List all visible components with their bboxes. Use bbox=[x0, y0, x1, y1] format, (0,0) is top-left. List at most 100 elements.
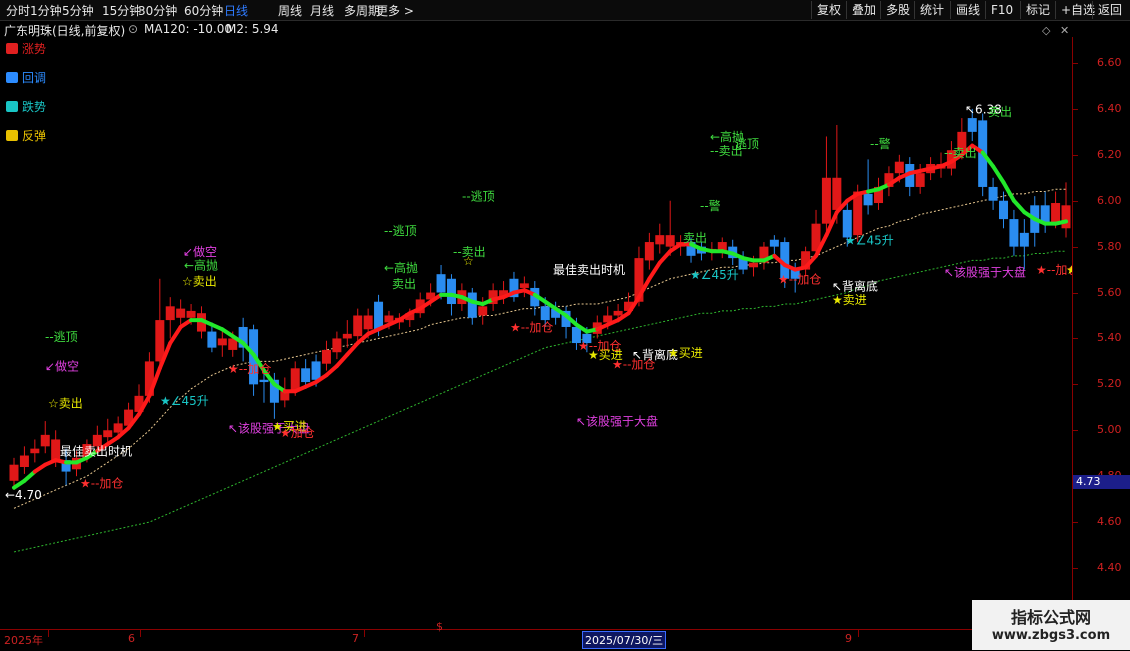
year-label: 2025年 bbox=[4, 634, 43, 647]
candle-body bbox=[863, 193, 873, 206]
price-tick: 5.20 bbox=[1097, 377, 1122, 391]
candle-body bbox=[301, 368, 311, 383]
toolbar-button-5[interactable]: F10 bbox=[985, 1, 1018, 19]
period-tab-9[interactable]: 多周期 bbox=[344, 2, 380, 19]
period-tab-4[interactable]: 30分钟 bbox=[138, 2, 177, 19]
close-icon[interactable]: ✕ bbox=[1060, 24, 1069, 37]
signal-annotation: ←4.70 bbox=[5, 488, 42, 502]
period-tab-0[interactable]: 分时 bbox=[6, 2, 30, 19]
signal-annotation: ★--加仓 bbox=[778, 272, 821, 286]
month-label-6: 6 bbox=[128, 632, 135, 645]
price-tick-mark bbox=[1073, 384, 1078, 386]
ma-fast-segment bbox=[1053, 219, 1068, 226]
signal-annotation: ★卖进 bbox=[832, 293, 867, 307]
indicator-info-bar: 广东明珠(日线,前复权) ⊙ MA120: -10.00 M2: 5.94 bbox=[0, 21, 1130, 38]
candle-body bbox=[999, 200, 1009, 220]
signal-annotation: ★∠45升 bbox=[690, 268, 739, 282]
watermark-url: www.zbgs3.com bbox=[991, 628, 1111, 643]
candle-body bbox=[165, 306, 175, 321]
date-tick bbox=[140, 630, 141, 637]
watermark-title: 指标公式网 bbox=[1010, 608, 1091, 627]
signal-annotation: 逃顶 bbox=[735, 137, 759, 151]
candlestick-chart: --逃顶↙做空☆卖出最佳卖出时机★--加仓←4.70★∠45升↙做空←高抛☆卖出… bbox=[5, 103, 1072, 553]
signal-annotation: ↖背离底 bbox=[832, 278, 878, 293]
candle-body bbox=[113, 423, 123, 433]
candle-body bbox=[1009, 219, 1019, 247]
signal-annotation: ☆卖出 bbox=[48, 396, 83, 410]
price-axis: 6.606.406.206.005.805.605.405.205.004.80… bbox=[1072, 37, 1130, 629]
ma-fast-segment bbox=[345, 341, 360, 357]
signal-annotation: --警 bbox=[700, 198, 721, 213]
period-tab-7[interactable]: 周线 bbox=[278, 2, 302, 19]
signal-annotation: ↙做空 bbox=[183, 244, 217, 259]
candle-body bbox=[207, 331, 217, 348]
candle-body bbox=[540, 306, 550, 321]
candle-body bbox=[1019, 232, 1029, 247]
current-price-tag: 4.73 bbox=[1073, 475, 1130, 489]
price-tick: 5.40 bbox=[1097, 331, 1122, 345]
period-tab-3[interactable]: 15分钟 bbox=[102, 2, 141, 19]
candle-body bbox=[832, 177, 842, 210]
toolbar-button-0[interactable]: 复权 bbox=[811, 1, 846, 19]
mid-marker: $ bbox=[436, 620, 443, 633]
candle-body bbox=[467, 292, 477, 318]
toolbar-button-1[interactable]: 叠加 bbox=[846, 1, 881, 19]
signal-annotation: --逃顶 bbox=[462, 190, 495, 204]
toolbar-button-4[interactable]: 画线 bbox=[950, 1, 985, 19]
price-tick: 6.40 bbox=[1097, 101, 1122, 115]
site-watermark: 指标公式网 www.zbgs3.com bbox=[972, 600, 1130, 650]
date-tick bbox=[858, 630, 859, 637]
candle-body bbox=[103, 430, 113, 438]
diamond-icon[interactable]: ◇ bbox=[1042, 24, 1050, 37]
period-tab-2[interactable]: 5分钟 bbox=[62, 2, 94, 19]
price-tick: 4.40 bbox=[1097, 561, 1122, 574]
period-tab-8[interactable]: 月线 bbox=[310, 2, 334, 19]
candle-body bbox=[478, 306, 488, 316]
candle-body bbox=[655, 235, 665, 245]
candle-body bbox=[19, 455, 29, 467]
price-tick-mark bbox=[1073, 108, 1078, 110]
signal-annotation: 卖出 bbox=[683, 231, 707, 245]
price-tick-mark bbox=[1073, 338, 1078, 340]
period-tab-5[interactable]: 60分钟 bbox=[184, 2, 223, 19]
month-label-9: 9 bbox=[845, 632, 852, 645]
price-tick-mark bbox=[1073, 246, 1078, 248]
signal-annotation: ★∠45升 bbox=[845, 233, 894, 247]
candle-body bbox=[353, 315, 363, 337]
price-tick-mark bbox=[1073, 154, 1078, 156]
candle-body bbox=[155, 320, 165, 362]
candle-body bbox=[613, 310, 623, 316]
candle-body bbox=[821, 177, 831, 224]
ma-fast-segment bbox=[647, 260, 662, 281]
price-tick-mark bbox=[1073, 430, 1078, 432]
period-tab-10[interactable]: 更多 > bbox=[376, 2, 414, 19]
candle-body bbox=[967, 118, 977, 132]
toolbar-button-3[interactable]: 统计 bbox=[914, 1, 949, 19]
price-tick-mark bbox=[1073, 292, 1078, 294]
period-tab-1[interactable]: 1分钟 bbox=[30, 2, 62, 19]
toolbar-button-8[interactable]: 返回 bbox=[1092, 1, 1127, 19]
signal-annotation: 卖出 bbox=[392, 277, 416, 291]
toolbar-button-6[interactable]: 标记 bbox=[1020, 1, 1055, 19]
signal-annotation: --警 bbox=[870, 136, 891, 151]
candle-body bbox=[259, 379, 269, 383]
candle-body bbox=[749, 262, 759, 268]
ma-fast-segment bbox=[334, 352, 350, 368]
price-tick: 5.00 bbox=[1097, 423, 1122, 437]
price-tick-mark bbox=[1073, 63, 1078, 64]
candle-body bbox=[332, 338, 342, 353]
candle-body bbox=[988, 186, 998, 201]
candle-body bbox=[363, 315, 373, 330]
settings-dropdown-icon[interactable]: ⊙ bbox=[128, 22, 138, 36]
signal-annotation: ←高抛 bbox=[184, 258, 218, 273]
candle-body bbox=[644, 242, 654, 261]
price-tick: 5.60 bbox=[1097, 285, 1122, 299]
ma-fast-segment bbox=[168, 324, 183, 346]
candle-body bbox=[217, 338, 227, 346]
ma-mid-line bbox=[13, 188, 1066, 509]
candle-body bbox=[1051, 203, 1061, 224]
period-tab-6[interactable]: 日线 bbox=[224, 2, 248, 19]
candle-body bbox=[40, 434, 50, 447]
toolbar-button-2[interactable]: 多股 bbox=[880, 1, 915, 19]
signal-annotation: ★加仓 bbox=[280, 426, 315, 440]
